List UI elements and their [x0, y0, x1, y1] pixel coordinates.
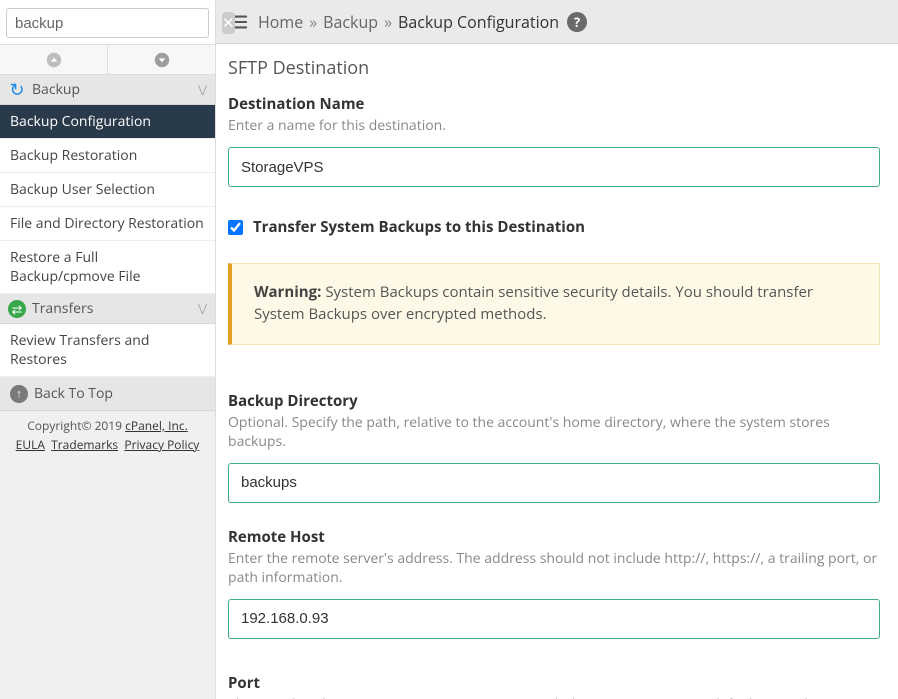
nav-section-transfers[interactable]: ⇄ Transfers ⋁	[0, 294, 215, 324]
port-help: The port that the system uses to communi…	[228, 695, 880, 699]
destination-name-input[interactable]	[228, 147, 880, 187]
port-label: Port	[228, 673, 880, 693]
remote-host-help: Enter the remote server's address. The a…	[228, 549, 880, 587]
search-wrap: ✕	[0, 0, 215, 45]
sidebar-item-label: Backup Configuration	[10, 112, 151, 131]
sidebar-item-review-transfers-restores[interactable]: Review Transfers and Restores	[0, 324, 215, 377]
backup-directory-label: Backup Directory	[228, 391, 880, 411]
page-title: SFTP Destination	[228, 56, 880, 80]
backup-directory-input[interactable]	[228, 463, 880, 503]
sidebar-item-label: Backup Restoration	[10, 146, 137, 165]
nav-section-label: Transfers	[32, 299, 93, 318]
warning-text: System Backups contain sensitive securit…	[254, 282, 813, 324]
sidebar-item-back-to-top[interactable]: ↑ Back To Top	[0, 377, 215, 411]
sidebar-item-file-directory-restoration[interactable]: File and Directory Restoration	[0, 207, 215, 241]
chevron-down-icon: ⋁	[198, 82, 207, 97]
main: Home » Backup » Backup Configuration ? S…	[216, 0, 898, 699]
sidebar-item-label: Review Transfers and Restores	[10, 331, 205, 369]
sidebar-item-label: Backup User Selection	[10, 180, 155, 199]
remote-host-label: Remote Host	[228, 527, 880, 547]
transfer-backups-row: Transfer System Backups to this Destinat…	[228, 217, 880, 237]
sidebar-collapse-controls	[0, 45, 215, 75]
clear-search-icon[interactable]: ✕	[222, 12, 235, 34]
breadcrumb-sep: »	[309, 11, 317, 33]
sidebar-item-label: File and Directory Restoration	[10, 214, 204, 233]
breadcrumb-sep: »	[384, 11, 392, 33]
destination-name-label: Destination Name	[228, 94, 880, 114]
sidebar-item-label: Back To Top	[34, 384, 113, 403]
sidebar: ✕ ↻ Backup ⋁ Backup Configuration Backup…	[0, 0, 216, 699]
content: SFTP Destination Destination Name Enter …	[216, 44, 898, 699]
privacy-policy-link[interactable]: Privacy Policy	[124, 436, 199, 453]
collapse-up-icon[interactable]	[0, 45, 107, 74]
nav-section-backup[interactable]: ↻ Backup ⋁	[0, 75, 215, 105]
transfer-backups-checkbox[interactable]	[228, 220, 243, 235]
triangle-up-icon	[46, 52, 62, 68]
sidebar-footer: Copyright© 2019 cPanel, Inc. EULA Tradem…	[0, 411, 215, 463]
arrow-up-icon: ↑	[10, 385, 28, 403]
copyright-text: Copyright© 2019	[27, 417, 125, 434]
breadcrumb-home[interactable]: Home	[258, 11, 303, 33]
cpanel-link[interactable]: cPanel, Inc.	[125, 417, 188, 434]
backup-directory-help: Optional. Specify the path, relative to …	[228, 413, 880, 451]
sidebar-item-backup-configuration[interactable]: Backup Configuration	[0, 105, 215, 139]
nav-section-label: Backup	[32, 80, 80, 99]
transfer-backups-label: Transfer System Backups to this Destinat…	[253, 217, 585, 237]
transfers-icon: ⇄	[8, 300, 26, 318]
warning-box: Warning: System Backups contain sensitiv…	[228, 263, 880, 345]
sidebar-item-backup-user-selection[interactable]: Backup User Selection	[0, 173, 215, 207]
collapse-down-icon[interactable]	[107, 45, 215, 74]
search-input[interactable]	[7, 15, 222, 32]
sidebar-item-restore-full-backup[interactable]: Restore a Full Backup/cpmove File	[0, 241, 215, 294]
chevron-down-icon: ⋁	[198, 301, 207, 316]
help-icon[interactable]: ?	[567, 12, 587, 32]
eula-link[interactable]: EULA	[16, 436, 45, 453]
warning-strong: Warning:	[254, 282, 321, 302]
breadcrumb: Home » Backup » Backup Configuration ?	[216, 0, 898, 44]
remote-host-input[interactable]	[228, 599, 880, 639]
breadcrumb-current: Backup Configuration	[398, 11, 559, 33]
refresh-icon: ↻	[8, 81, 26, 99]
sidebar-item-backup-restoration[interactable]: Backup Restoration	[0, 139, 215, 173]
sidebar-item-label: Restore a Full Backup/cpmove File	[10, 248, 205, 286]
trademarks-link[interactable]: Trademarks	[51, 436, 118, 453]
search-box: ✕	[6, 8, 209, 38]
triangle-down-icon	[154, 52, 170, 68]
destination-name-help: Enter a name for this destination.	[228, 116, 880, 135]
breadcrumb-backup[interactable]: Backup	[323, 11, 378, 33]
